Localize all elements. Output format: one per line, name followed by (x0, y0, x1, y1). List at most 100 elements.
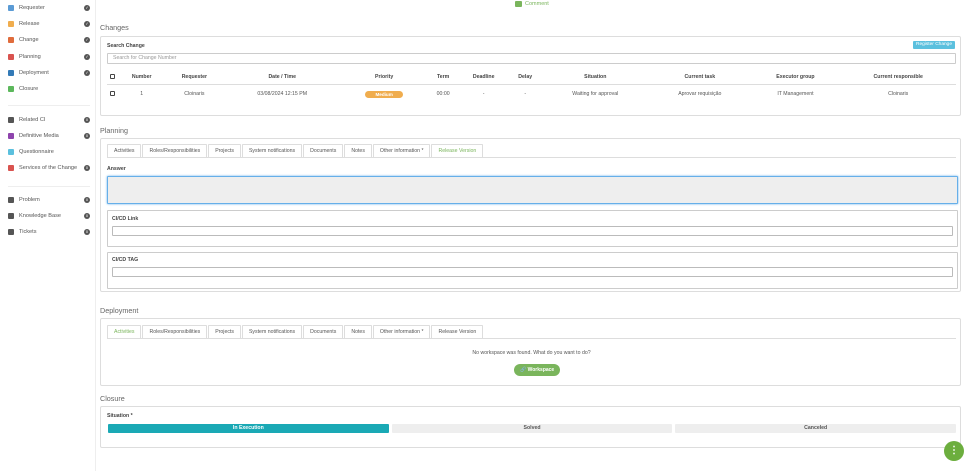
sidebar-item-services-of-the-change[interactable]: Services of the Change 0 (8, 163, 90, 173)
column-header[interactable]: Delay (509, 71, 542, 85)
box-icon (8, 21, 14, 28)
sidebar-item-label: Related CI (19, 117, 46, 123)
priority-badge: Medium (365, 90, 403, 98)
sidebar-item-label: Definitive Media (19, 133, 59, 139)
sidebar-item-closure[interactable]: Closure (8, 84, 90, 94)
tab-roles-responsibilities[interactable]: Roles/Responsibilities (142, 144, 208, 157)
sidebar-item-label: Closure (19, 86, 39, 92)
planning-panel: Activities Roles/Responsibilities Projects… (100, 138, 961, 292)
laptop-icon (8, 117, 14, 123)
actions-fab-button[interactable]: ⋮ (944, 441, 964, 461)
search-change-input[interactable]: Search for Change Number (107, 53, 956, 64)
search-change-label: Search Change (107, 43, 145, 49)
situation-step-in-execution[interactable]: In Execution (108, 424, 389, 433)
sidebar-item-deployment[interactable]: Deployment ✓ (8, 68, 90, 78)
warning-icon (8, 165, 14, 171)
check-icon: ✓ (84, 37, 90, 44)
table-row[interactable]: 1 Cloinaris 03/08/2024 12:15 PM Medium 00:00… (107, 84, 956, 104)
tab-documents[interactable]: Documents (303, 325, 344, 338)
comment-link[interactable]: Comment (515, 1, 549, 7)
cicd-tag-input[interactable] (112, 267, 953, 277)
sidebar-item-label: Requester (19, 5, 45, 11)
row-select-cell (107, 84, 119, 104)
sidebar-item-label: Planning (19, 53, 41, 60)
sidebar-item-definitive-media[interactable]: Definitive Media 0 (8, 131, 90, 141)
sidebar-item-requester[interactable]: Requester ✓ (8, 3, 90, 13)
cell-current-task: Aprovar requisição (678, 91, 722, 98)
tab-activities[interactable]: Activities (107, 144, 142, 157)
column-header[interactable]: Priority (340, 71, 428, 85)
cell-datetime: 03/08/2024 12:15 PM (257, 91, 308, 98)
count-badge: 0 (84, 133, 90, 139)
sidebar-item-release[interactable]: Release ✓ (8, 19, 90, 29)
closure-panel: Situation * In Execution Solved Canceled (100, 406, 961, 448)
sidebar-item-problem[interactable]: Problem 0 (8, 195, 90, 205)
sidebar-item-questionnaire[interactable]: Questionnaire (8, 147, 90, 157)
cell-deadline: - (482, 91, 485, 98)
sidebar-item-label: Services of the Change (19, 165, 78, 171)
comment-label: Comment (525, 1, 549, 7)
tab-system-notifications[interactable]: System notifications (241, 325, 303, 338)
column-header[interactable]: Term (427, 71, 459, 85)
workspace-button[interactable]: 🔗 Workspace (514, 364, 561, 376)
answer-textarea[interactable] (107, 176, 958, 204)
sidebar-item-knowledge-base[interactable]: Knowledge Base 0 (8, 211, 90, 221)
tab-roles-responsibilities[interactable]: Roles/Responsibilities (142, 325, 208, 338)
tab-other-information[interactable]: Other information * (372, 325, 431, 338)
tab-documents[interactable]: Documents (303, 144, 344, 157)
deployment-title: Deployment (100, 306, 139, 315)
check-icon: ✓ (84, 69, 90, 76)
swap-icon (8, 37, 14, 44)
column-header[interactable]: Number (118, 71, 165, 85)
sidebar-item-label: Release (19, 21, 40, 28)
row-checkbox[interactable] (110, 90, 116, 96)
cell-executor-group: IT Management (777, 91, 814, 98)
sidebar-item-planning[interactable]: Planning ✓ (8, 52, 90, 62)
column-header[interactable]: Current task (649, 71, 751, 85)
globe-icon (8, 213, 14, 219)
tab-release-version[interactable]: Release Version (431, 325, 484, 338)
tab-projects[interactable]: Projects (208, 325, 241, 338)
closure-title: Closure (100, 394, 125, 403)
column-header[interactable]: Current responsible (840, 71, 956, 85)
sidebar-item-tickets[interactable]: Tickets 0 (8, 227, 90, 237)
select-all-checkbox[interactable] (110, 73, 116, 79)
tab-system-notifications[interactable]: System notifications (241, 144, 303, 157)
calendar-icon (8, 53, 14, 60)
sidebar-item-change[interactable]: Change ✓ (8, 35, 90, 45)
select-all-column (107, 71, 119, 85)
tab-activities[interactable]: Activities (107, 325, 142, 338)
comment-icon (515, 1, 522, 7)
tab-release-version[interactable]: Release Version (431, 144, 484, 157)
tab-other-information[interactable]: Other information * (372, 144, 431, 157)
deployment-tabs: Activities Roles/Responsibilities Projects… (107, 325, 956, 339)
sidebar-item-label: Tickets (19, 229, 37, 235)
workspace-button-label: Workspace (527, 367, 555, 373)
column-header[interactable]: Date / Time (224, 71, 341, 85)
column-header[interactable]: Situation (541, 71, 650, 85)
tab-notes[interactable]: Notes (344, 325, 372, 338)
count-badge: 0 (84, 117, 90, 123)
disc-icon (8, 133, 14, 139)
count-badge: 0 (84, 229, 90, 235)
tab-projects[interactable]: Projects (208, 144, 241, 157)
cell-current-responsible: Cloinaris (888, 91, 909, 98)
column-header[interactable]: Requester (164, 71, 225, 85)
cicd-link-input[interactable] (112, 226, 953, 236)
situation-step-canceled[interactable]: Canceled (675, 424, 957, 433)
check-icon: ✓ (84, 5, 90, 11)
sidebar-divider (8, 105, 90, 106)
column-header[interactable]: Deadline (458, 71, 509, 85)
no-workspace-message: No workspace was found. What do you want… (472, 350, 591, 356)
check-circle-icon (8, 86, 14, 92)
sidebar-item-label: Questionnaire (19, 149, 54, 155)
register-change-button[interactable]: Register Change (913, 41, 955, 49)
check-icon: ✓ (84, 53, 90, 60)
cell-delay: - (524, 91, 527, 98)
situation-steps: In Execution Solved Canceled (108, 424, 957, 433)
changes-title: Changes (100, 23, 129, 32)
sidebar-item-related-ci[interactable]: Related CI 0 (8, 115, 90, 125)
situation-step-solved[interactable]: Solved (391, 424, 673, 433)
column-header[interactable]: Executor group (750, 71, 841, 85)
tab-notes[interactable]: Notes (344, 144, 372, 157)
